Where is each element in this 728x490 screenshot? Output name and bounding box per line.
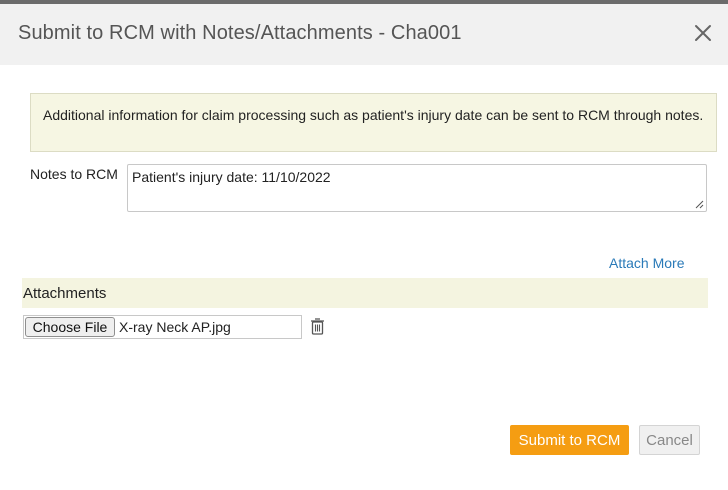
attach-more-link[interactable]: Attach More [609,255,684,271]
resize-handle-icon[interactable] [694,199,704,209]
attachments-section-header: Attachments [22,278,708,308]
close-icon[interactable] [692,22,714,44]
choose-file-button[interactable]: Choose File [25,317,115,337]
notes-textarea[interactable]: Patient's injury date: 11/10/2022 [127,164,707,212]
submit-to-rcm-button[interactable]: Submit to RCM [510,425,629,455]
dialog-header: Submit to RCM with Notes/Attachments - C… [0,4,728,65]
file-input[interactable]: Choose File X-ray Neck AP.jpg [23,315,302,339]
cancel-button[interactable]: Cancel [639,425,700,455]
info-message: Additional information for claim process… [30,93,717,152]
attachments-title: Attachments [23,285,107,302]
submit-dialog: Submit to RCM with Notes/Attachments - C… [0,4,728,490]
dialog-title: Submit to RCM with Notes/Attachments - C… [18,22,462,44]
notes-label: Notes to RCM [30,166,118,182]
notes-value: Patient's injury date: 11/10/2022 [132,169,331,185]
file-name: X-ray Neck AP.jpg [119,319,231,335]
trash-icon[interactable] [310,318,325,335]
